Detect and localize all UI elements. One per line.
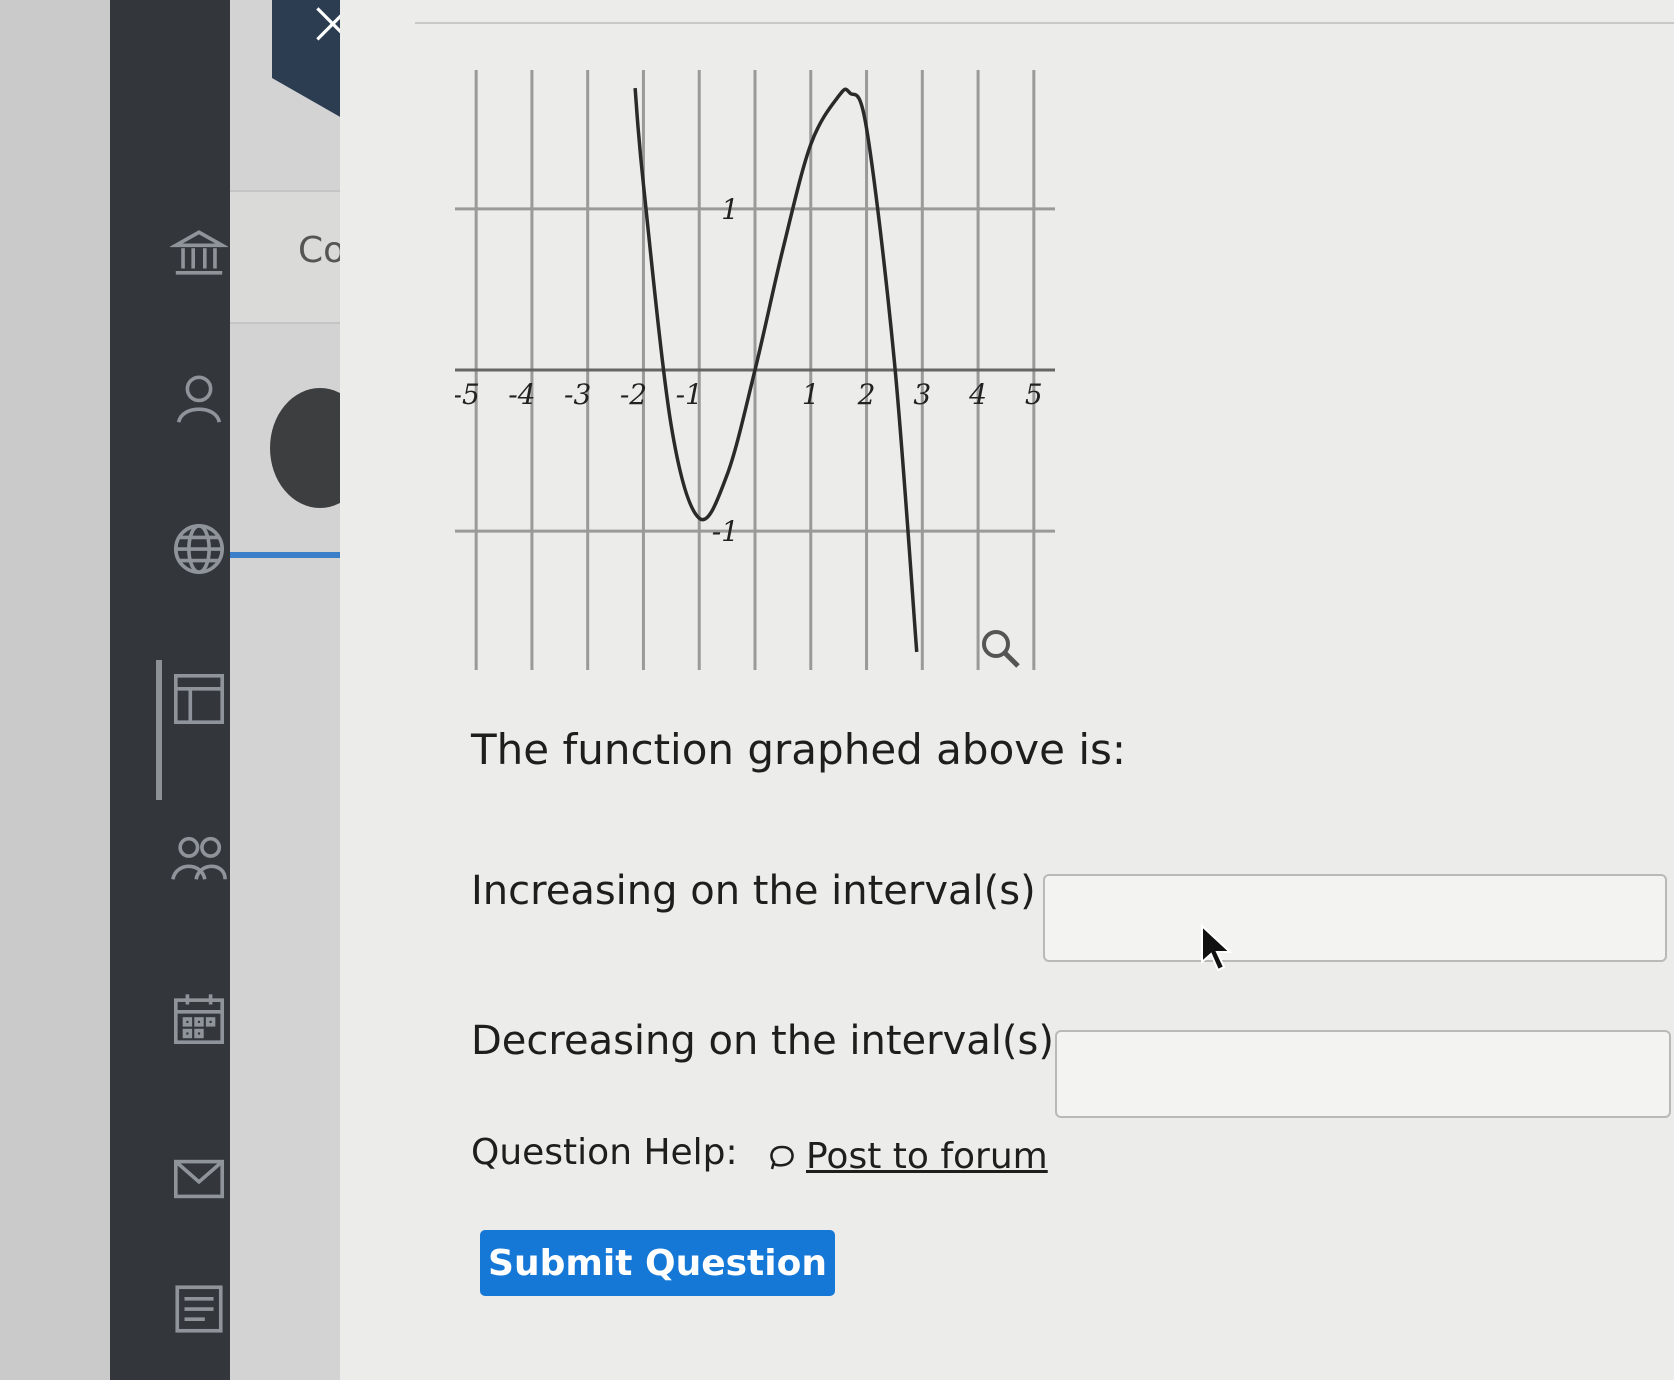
x-tick-label: 2 <box>857 378 876 411</box>
app-sidebar <box>110 0 230 1380</box>
y-tick-label: -1 <box>712 515 739 548</box>
function-graph: -5 -4 -3 -2 -1 1 2 3 4 5 1 -1 <box>455 70 1055 670</box>
x-tick-label: 3 <box>913 378 931 411</box>
x-tick-label: 4 <box>968 378 987 411</box>
globe-icon[interactable] <box>170 520 228 578</box>
calendar-icon[interactable] <box>170 990 228 1048</box>
mouse-cursor-icon <box>1201 924 1233 972</box>
x-tick-label: -2 <box>620 378 647 411</box>
history-icon[interactable] <box>170 1280 228 1338</box>
screen-bezel <box>0 0 110 1380</box>
institution-icon[interactable] <box>168 225 230 283</box>
panel-accent-line <box>230 552 340 558</box>
magnify-icon[interactable] <box>978 626 1022 670</box>
content-divider <box>415 22 1674 24</box>
course-panel-title: Co <box>298 230 346 271</box>
decreasing-interval-input[interactable] <box>1055 1030 1671 1118</box>
post-to-forum-link[interactable]: Post to forum <box>766 1136 1048 1177</box>
x-tick-label: 5 <box>1025 378 1043 411</box>
increasing-label: Increasing on the interval(s) <box>471 868 1036 914</box>
post-to-forum-text: Post to forum <box>806 1136 1048 1177</box>
sidebar-active-indicator <box>156 660 162 800</box>
inbox-icon[interactable] <box>170 1150 228 1208</box>
account-icon[interactable] <box>170 370 228 428</box>
question-prompt: The function graphed above is: <box>471 725 1127 774</box>
x-tick-label: 1 <box>802 378 820 411</box>
decreasing-label: Decreasing on the interval(s) <box>471 1018 1054 1064</box>
increasing-interval-input[interactable] <box>1043 874 1667 962</box>
x-tick-label: -3 <box>564 378 591 411</box>
x-tick-label: -1 <box>676 378 703 411</box>
question-help-label: Question Help: <box>471 1132 738 1173</box>
dashboard-icon[interactable] <box>170 670 228 728</box>
comment-icon <box>770 1145 794 1169</box>
y-tick-label: 1 <box>721 193 739 226</box>
groups-icon[interactable] <box>170 830 228 888</box>
x-tick-label: -4 <box>508 378 535 411</box>
submit-question-button[interactable]: Submit Question <box>480 1230 835 1296</box>
course-panel: Co <box>230 0 370 1380</box>
x-tick-label: -5 <box>455 378 480 411</box>
